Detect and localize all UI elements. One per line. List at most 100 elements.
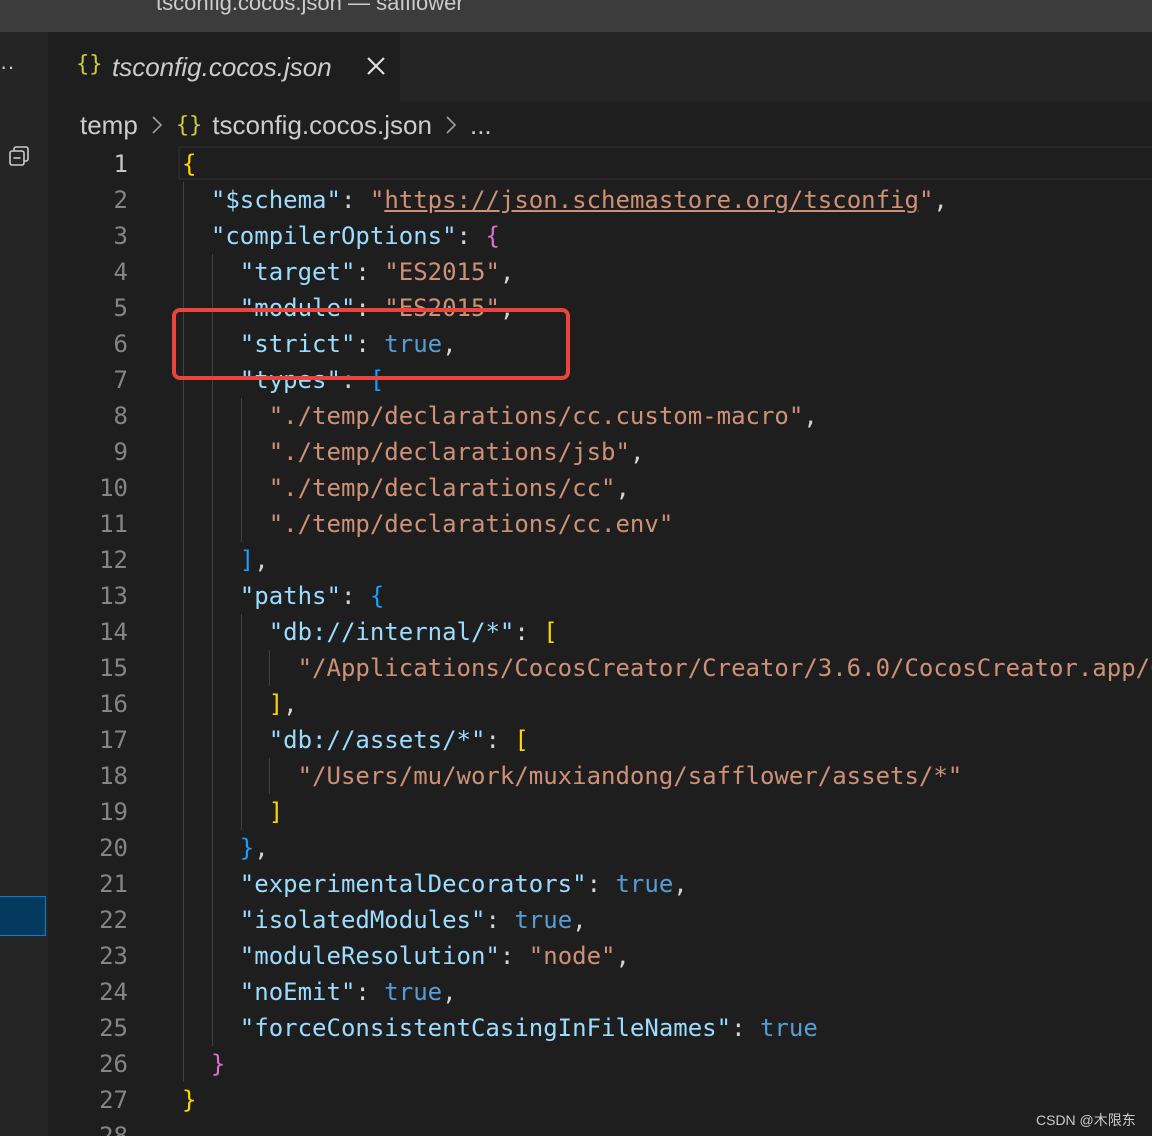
code-token: "db://internal/*" bbox=[268, 618, 515, 646]
code-token: true bbox=[759, 1014, 818, 1042]
more-actions-icon[interactable]: ·· bbox=[0, 54, 15, 80]
code-token: : bbox=[355, 978, 385, 1006]
code-line[interactable]: 22 "isolatedModules": true, bbox=[48, 902, 1152, 938]
tab-tsconfig-cocos-json[interactable]: {} tsconfig.cocos.json bbox=[48, 32, 400, 102]
code-text: "./temp/declarations/cc.custom-macro", bbox=[182, 398, 818, 434]
code-token: , bbox=[499, 258, 515, 286]
line-number: 27 bbox=[99, 1086, 128, 1114]
code-token: " bbox=[918, 186, 934, 214]
code-token: } bbox=[210, 1050, 226, 1078]
line-number: 2 bbox=[113, 186, 128, 214]
code-line[interactable]: 10 "./temp/declarations/cc", bbox=[48, 470, 1152, 506]
code-token: } bbox=[182, 1086, 197, 1114]
code-line[interactable]: 19 ] bbox=[48, 794, 1152, 830]
code-line[interactable]: 23 "moduleResolution": "node", bbox=[48, 938, 1152, 974]
code-line[interactable]: 20 }, bbox=[48, 830, 1152, 866]
code-text: "compilerOptions": { bbox=[182, 218, 500, 254]
explorer-selected-item[interactable] bbox=[0, 896, 46, 936]
code-token: "paths" bbox=[239, 582, 341, 610]
code-token: "ES2015" bbox=[384, 258, 500, 286]
code-token: "$schema" bbox=[210, 186, 341, 214]
tab-label: tsconfig.cocos.json bbox=[112, 52, 332, 82]
code-token: ] bbox=[239, 546, 255, 574]
code-token: , bbox=[283, 690, 298, 718]
code-text: "./temp/declarations/cc.env" bbox=[182, 506, 674, 542]
code-token: "node" bbox=[528, 942, 616, 970]
line-number: 18 bbox=[99, 762, 128, 790]
line-number: 12 bbox=[99, 546, 128, 574]
code-token: "isolatedModules" bbox=[239, 906, 486, 934]
code-line[interactable]: 13 "paths": { bbox=[48, 578, 1152, 614]
title-bar: tsconfig.cocos.json — safflower bbox=[0, 0, 1152, 32]
code-line[interactable]: 4 "target": "ES2015", bbox=[48, 254, 1152, 290]
code-token: , bbox=[615, 474, 630, 502]
code-token: , bbox=[442, 978, 457, 1006]
code-token: true bbox=[384, 978, 443, 1006]
code-token: , bbox=[629, 438, 645, 466]
code-line[interactable]: 9 "./temp/declarations/jsb", bbox=[48, 434, 1152, 470]
window-title: tsconfig.cocos.json — safflower bbox=[156, 0, 464, 15]
indent-guide bbox=[240, 614, 242, 830]
code-line[interactable]: 17 "db://assets/*": [ bbox=[48, 722, 1152, 758]
code-token: "forceConsistentCasingInFileNames" bbox=[239, 1014, 732, 1042]
line-number: 6 bbox=[113, 330, 128, 358]
json-file-icon: {} bbox=[175, 112, 203, 138]
code-text: } bbox=[182, 1082, 196, 1118]
breadcrumb-file[interactable]: tsconfig.cocos.json bbox=[212, 110, 432, 141]
line-number: 19 bbox=[99, 798, 128, 826]
code-line[interactable]: 25 "forceConsistentCasingInFileNames": t… bbox=[48, 1010, 1152, 1046]
code-token: : bbox=[586, 870, 616, 898]
code-token: "moduleResolution" bbox=[239, 942, 500, 970]
code-token: { bbox=[369, 582, 385, 610]
breadcrumb-folder[interactable]: temp bbox=[80, 110, 138, 141]
code-token: : bbox=[340, 582, 370, 610]
line-number: 26 bbox=[99, 1050, 128, 1078]
watermark: CSDN @木限东 bbox=[1036, 1112, 1136, 1128]
breadcrumb: temp {} tsconfig.cocos.json ... bbox=[80, 108, 492, 142]
code-line[interactable]: 11 "./temp/declarations/cc.env" bbox=[48, 506, 1152, 542]
collapse-all-icon[interactable] bbox=[8, 144, 32, 168]
code-line[interactable]: 14 "db://internal/*": [ bbox=[48, 614, 1152, 650]
code-token: "./temp/declarations/jsb" bbox=[268, 438, 630, 466]
code-token: , bbox=[803, 402, 818, 430]
code-token: { bbox=[182, 150, 197, 178]
code-token: : bbox=[456, 222, 486, 250]
code-token: { bbox=[485, 222, 500, 250]
line-number: 10 bbox=[99, 474, 128, 502]
code-line[interactable]: 27} bbox=[48, 1082, 1152, 1118]
code-line[interactable]: 26 } bbox=[48, 1046, 1152, 1082]
code-line[interactable]: 12 ], bbox=[48, 542, 1152, 578]
code-token: "./temp/declarations/cc.env" bbox=[268, 510, 674, 538]
code-line[interactable]: 8 "./temp/declarations/cc.custom-macro", bbox=[48, 398, 1152, 434]
code-text: "./temp/declarations/cc", bbox=[182, 470, 630, 506]
code-line[interactable]: 15 "/Applications/CocosCreator/Creator/3… bbox=[48, 650, 1152, 686]
line-number: 24 bbox=[99, 978, 128, 1006]
code-token: } bbox=[239, 834, 255, 862]
line-number: 14 bbox=[99, 618, 128, 646]
code-line[interactable]: 21 "experimentalDecorators": true, bbox=[48, 866, 1152, 902]
code-line[interactable]: 3 "compilerOptions": { bbox=[48, 218, 1152, 254]
code-text: }, bbox=[182, 830, 269, 866]
line-number: 23 bbox=[99, 942, 128, 970]
code-line[interactable]: 1{ bbox=[48, 146, 1152, 182]
close-icon[interactable] bbox=[364, 54, 388, 78]
code-token: : bbox=[499, 942, 529, 970]
code-line[interactable]: 24 "noEmit": true, bbox=[48, 974, 1152, 1010]
line-number: 9 bbox=[113, 438, 128, 466]
code-line[interactable]: 28 bbox=[48, 1118, 1152, 1136]
code-token: "compilerOptions" bbox=[210, 222, 457, 250]
breadcrumb-more[interactable]: ... bbox=[470, 110, 492, 141]
code-editor[interactable]: 1{2 "$schema": "https://json.schemastore… bbox=[48, 146, 1152, 1136]
json-file-icon: {} bbox=[76, 52, 103, 77]
line-number: 21 bbox=[99, 870, 128, 898]
code-text: "/Users/mu/work/muxiandong/safflower/ass… bbox=[182, 758, 963, 794]
code-text: "db://internal/*": [ bbox=[182, 614, 558, 650]
code-line[interactable]: 2 "$schema": "https://json.schemastore.o… bbox=[48, 182, 1152, 218]
code-line[interactable]: 16 ], bbox=[48, 686, 1152, 722]
code-token: "/Applications/CocosCreator/Creator/3.6.… bbox=[297, 654, 1152, 682]
code-token: : bbox=[340, 186, 370, 214]
code-line[interactable]: 18 "/Users/mu/work/muxiandong/safflower/… bbox=[48, 758, 1152, 794]
